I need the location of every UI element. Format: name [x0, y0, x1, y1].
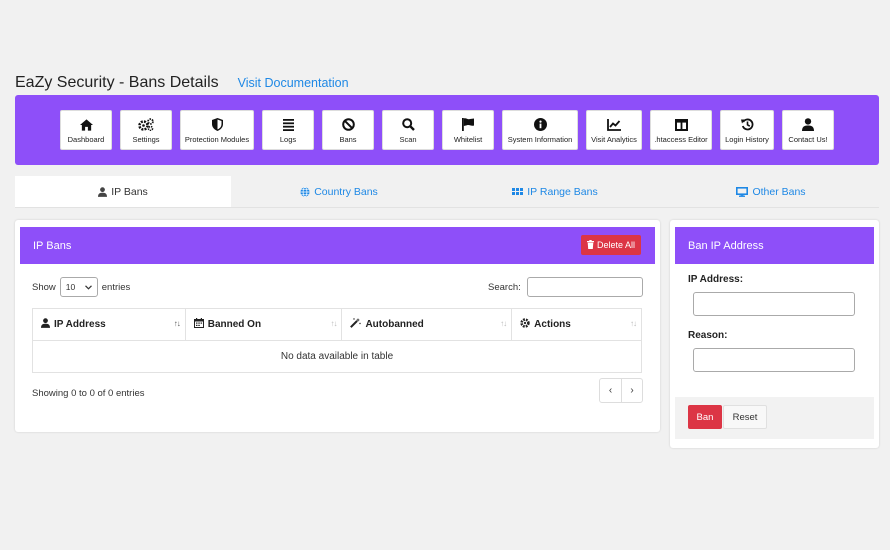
sort-icon: ↑↓: [500, 319, 507, 328]
chart-icon: [607, 117, 621, 133]
page-header: EaZy Security - Bans Details Visit Docum…: [15, 74, 349, 92]
list-icon: [282, 117, 294, 133]
column-banned-on[interactable]: Banned On ↑↓: [184, 308, 343, 341]
main-toolbar: Dashboard Settings Protection Modules Lo…: [15, 95, 879, 165]
logs-button[interactable]: Logs: [262, 110, 314, 150]
user-icon: [41, 318, 50, 331]
column-autobanned[interactable]: Autobanned ↑↓: [341, 308, 513, 341]
visit-documentation-link[interactable]: Visit Documentation: [238, 76, 349, 90]
gears-icon: [138, 117, 154, 133]
history-icon: [740, 117, 754, 133]
pagination: ‹ ›: [599, 378, 643, 403]
search-icon: [401, 117, 415, 133]
trash-icon: [586, 239, 594, 251]
table-search: Search:: [488, 277, 643, 297]
columns-icon: [674, 117, 688, 133]
previous-page-button[interactable]: ‹: [600, 379, 621, 402]
ip-bans-table: IP Address ↑↓ Banned On ↑↓ Autobanned ↑↓…: [32, 308, 642, 373]
visit-analytics-button[interactable]: Visit Analytics: [586, 110, 642, 150]
ban-button[interactable]: Ban: [688, 405, 722, 429]
grip-icon: [512, 188, 524, 195]
reset-button[interactable]: Reset: [723, 405, 767, 429]
ban-ip-title: Ban IP Address: [688, 239, 764, 252]
login-history-button[interactable]: Login History: [720, 110, 774, 150]
ban-ip-header: Ban IP Address: [675, 227, 874, 264]
tab-ip-range-bans[interactable]: IP Range Bans: [447, 176, 663, 207]
delete-all-button[interactable]: Delete All: [580, 235, 641, 255]
whitelist-button[interactable]: Whitelist: [442, 110, 494, 150]
desktop-icon: [736, 186, 749, 197]
reason-field[interactable]: [693, 348, 855, 372]
ip-address-field[interactable]: [693, 292, 855, 316]
magic-icon: [350, 318, 362, 331]
shield-icon: [211, 117, 223, 133]
dashboard-button[interactable]: Dashboard: [60, 110, 112, 150]
tab-country-bans[interactable]: Country Bans: [231, 176, 447, 207]
page-title: EaZy Security - Bans Details: [15, 74, 219, 91]
reason-label: Reason:: [688, 330, 728, 341]
entries-length-control: Show 10 entries: [32, 277, 130, 297]
gear-icon: [520, 318, 530, 331]
ip-address-label: IP Address:: [688, 274, 744, 285]
table-info: Showing 0 to 0 of 0 entries: [32, 388, 145, 399]
column-ip-address[interactable]: IP Address ↑↓: [32, 308, 186, 341]
sort-icon: ↑↓: [173, 319, 181, 328]
tab-ip-bans[interactable]: IP Bans: [15, 176, 231, 207]
flag-icon: [462, 117, 474, 133]
ban-ip-panel: Ban IP Address IP Address: Reason: Ban R…: [670, 220, 879, 448]
settings-button[interactable]: Settings: [120, 110, 172, 150]
globe-icon: [300, 186, 310, 197]
next-page-button[interactable]: ›: [621, 379, 642, 402]
bans-button[interactable]: Bans: [322, 110, 374, 150]
info-icon: [533, 117, 547, 133]
contact-us-button[interactable]: Contact Us!: [782, 110, 834, 150]
empty-table-message: No data available in table: [32, 340, 642, 373]
sort-icon: ↑↓: [330, 319, 337, 328]
table-row: No data available in table: [32, 340, 642, 373]
ban-icon: [341, 117, 355, 133]
ip-bans-title: IP Bans: [33, 239, 72, 252]
chevron-down-icon: [84, 282, 92, 292]
user-icon: [98, 186, 108, 197]
htaccess-editor-button[interactable]: .htaccess Editor: [650, 110, 712, 150]
protection-modules-button[interactable]: Protection Modules: [180, 110, 254, 150]
ip-bans-header: IP Bans Delete All: [20, 227, 655, 264]
calendar-icon: [193, 318, 204, 331]
scan-button[interactable]: Scan: [382, 110, 434, 150]
user-icon: [802, 117, 814, 133]
column-actions[interactable]: Actions ↑↓: [511, 308, 642, 341]
system-information-button[interactable]: System Information: [502, 110, 578, 150]
ip-bans-panel: IP Bans Delete All Show 10 entries Searc…: [15, 220, 660, 432]
home-icon: [79, 117, 93, 133]
search-input[interactable]: [526, 277, 643, 297]
sort-icon: ↑↓: [630, 319, 637, 328]
tab-other-bans[interactable]: Other Bans: [663, 176, 879, 207]
ban-type-tabs: IP Bans Country Bans IP Range Bans Other…: [15, 176, 879, 208]
entries-select[interactable]: 10: [59, 277, 98, 297]
